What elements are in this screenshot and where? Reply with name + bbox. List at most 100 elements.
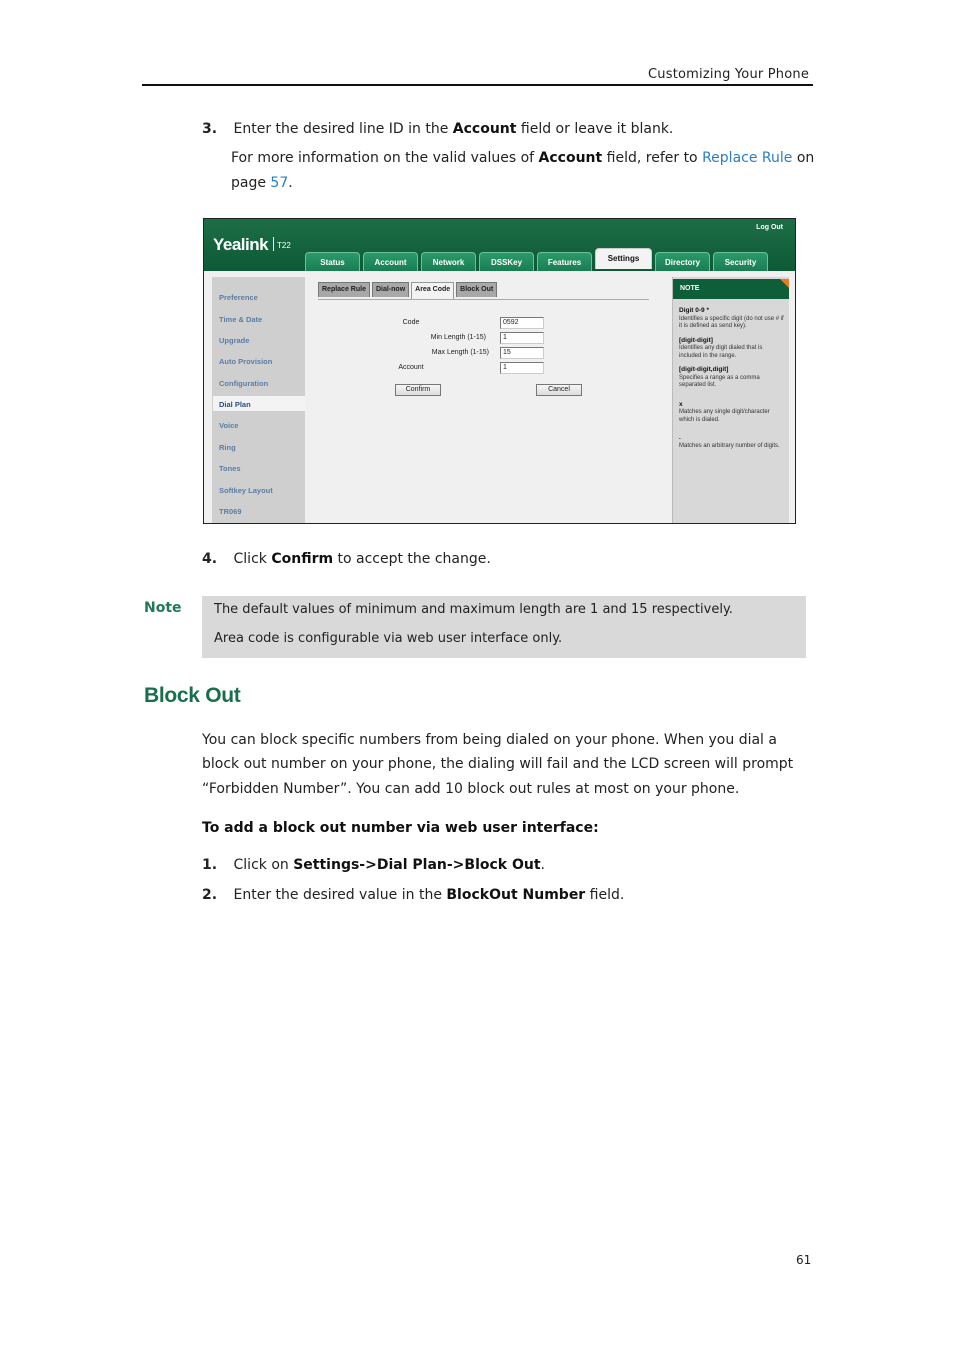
cancel-button[interactable]: Cancel [536, 384, 582, 396]
note-panel-title: NOTE [673, 279, 789, 299]
sidebar-item-dial-plan[interactable]: Dial Plan [219, 400, 251, 409]
bold-term: Account [452, 121, 517, 137]
text: For more information on the valid values… [231, 150, 539, 166]
min-length-label: Min Length (1-15) [430, 334, 486, 341]
subtab-replace-rule[interactable]: Replace Rule [318, 282, 370, 297]
bold-term: Settings->Dial Plan->Block Out [293, 857, 541, 873]
account-input[interactable]: 1 [500, 362, 544, 374]
code-input[interactable]: 0592 [500, 317, 544, 329]
text: Click [233, 551, 272, 567]
web-ui-header: Yealink T22 Log Out Status Account Netwo… [204, 219, 795, 271]
bold-term: Confirm [271, 551, 334, 567]
step-number: 1. [202, 857, 218, 873]
tab-account[interactable]: Account [363, 252, 418, 271]
text: . [288, 175, 293, 191]
tab-settings[interactable]: Settings [595, 248, 652, 269]
confirm-button[interactable]: Confirm [395, 384, 441, 396]
sidebar-item-tr069[interactable]: TR069 [219, 507, 242, 516]
running-header: Customizing Your Phone [648, 67, 810, 82]
note-entry: [digit-digit,digit] Specifies a range as … [679, 366, 785, 390]
max-length-label: Max Length (1-15) [431, 349, 489, 356]
procedure-heading: To add a block out number via web user i… [202, 820, 599, 836]
bold-term: Account [538, 150, 603, 166]
model-label: T22 [273, 237, 291, 251]
bold-term: BlockOut Number [446, 887, 586, 903]
tab-status[interactable]: Status [305, 252, 360, 271]
sidebar-item-softkey-layout[interactable]: Softkey Layout [219, 486, 273, 495]
text: . [540, 857, 545, 873]
yealink-logo: Yealink [213, 235, 269, 254]
page-57-link[interactable]: 57 [270, 175, 288, 191]
replace-rule-link[interactable]: Replace Rule [702, 150, 792, 166]
text: field, refer to [602, 150, 703, 166]
text: Click on [233, 857, 294, 873]
logout-link[interactable]: Log Out [756, 224, 783, 231]
note-entry: [digit-digit] Identifies any digit dialed… [679, 337, 785, 361]
sidebar-item-upgrade[interactable]: Upgrade [219, 336, 249, 345]
note-term: x [679, 400, 683, 408]
step-3-line-1: 3. Enter the desired line ID in the Acco… [202, 120, 673, 138]
page-number: 61 [796, 1253, 812, 1267]
note-desc: Identifies a specific digit (do not use … [679, 315, 784, 330]
note-label: Note [144, 600, 182, 616]
account-label: Account [398, 364, 424, 371]
max-length-input[interactable]: 15 [500, 347, 544, 359]
paragraph-line: You can block specific numbers from bein… [202, 732, 777, 748]
step-3-line-3: page 57. [231, 174, 293, 192]
step-4: 4. Click Confirm to accept the change. [202, 550, 491, 568]
tab-directory[interactable]: Directory [655, 252, 710, 271]
text: Enter the desired value in the [233, 887, 447, 903]
note-panel-body: Digit 0-9 * Identifies a specific digit (… [679, 307, 785, 456]
tab-dsskey[interactable]: DSSKey [479, 252, 534, 271]
subtab-divider [318, 299, 649, 300]
section-title: Block Out [144, 684, 241, 707]
note-term: [digit-digit] [679, 336, 713, 344]
note-entry: . Matches an arbitrary number of digits. [679, 434, 785, 450]
note-term: [digit-digit,digit] [679, 366, 729, 373]
text: field. [585, 887, 625, 903]
sidebar-item-tones[interactable]: Tones [219, 464, 241, 473]
subtab-area-code[interactable]: Area Code [411, 282, 455, 300]
text: to accept the change. [333, 551, 491, 567]
sidebar-item-voice[interactable]: Voice [219, 421, 238, 430]
note-line-2: Area code is configurable via web user i… [214, 631, 563, 646]
note-desc: Specifies a range as a comma separated l… [679, 374, 760, 389]
tab-network[interactable]: Network [421, 252, 476, 271]
note-line-1: The default values of minimum and maximu… [214, 602, 733, 617]
text: Enter the desired line ID in the [233, 121, 453, 137]
paragraph-line: block out number on your phone, the dial… [202, 756, 794, 772]
tab-features[interactable]: Features [537, 252, 592, 271]
sidebar-item-preference[interactable]: Preference [219, 293, 258, 302]
sidebar-item-time-date[interactable]: Time & Date [219, 315, 262, 324]
header-rule [142, 84, 813, 86]
min-length-input[interactable]: 1 [500, 332, 544, 344]
subtab-dial-now[interactable]: Dial-now [371, 282, 410, 297]
dial-plan-subtabs: Replace Rule Dial-now Area Code Block Ou… [318, 282, 498, 300]
tab-security[interactable]: Security [713, 252, 768, 271]
note-term: Digit 0-9 * [679, 307, 709, 314]
note-term: . [679, 434, 681, 441]
sidebar-item-configuration[interactable]: Configuration [219, 379, 268, 388]
note-corner-icon [780, 279, 789, 288]
main-tabs: Status Account Network DSSKey Features S… [305, 248, 768, 271]
note-desc: Identifies any digit dialed that is incl… [679, 345, 763, 359]
note-desc: Matches an arbitrary number of digits. [679, 442, 780, 449]
step-number: 4. [202, 551, 218, 567]
text: page [231, 175, 271, 191]
code-label: Code [402, 319, 420, 326]
note-entry: x Matches any single digit/character whic… [679, 401, 785, 425]
sidebar-item-auto-provision[interactable]: Auto Provision [219, 357, 272, 366]
note-box: The default values of minimum and maximu… [202, 596, 806, 658]
step-number: 2. [202, 887, 218, 903]
web-ui-screenshot: Yealink T22 Log Out Status Account Netwo… [203, 218, 796, 524]
block-out-step-2: 2. Enter the desired value in the BlockO… [202, 886, 624, 904]
text: field or leave it blank. [516, 121, 674, 137]
text: on [792, 150, 815, 166]
block-out-step-1: 1. Click on Settings->Dial Plan->Block O… [202, 856, 545, 874]
sidebar-item-ring[interactable]: Ring [219, 443, 236, 452]
step-3-line-2: For more information on the valid values… [231, 149, 814, 167]
note-panel: NOTE Digit 0-9 * Identifies a specific di… [672, 277, 789, 523]
step-number: 3. [202, 121, 218, 137]
subtab-block-out[interactable]: Block Out [456, 282, 498, 297]
paragraph-line: “Forbidden Number”. You can add 10 block… [202, 781, 740, 797]
